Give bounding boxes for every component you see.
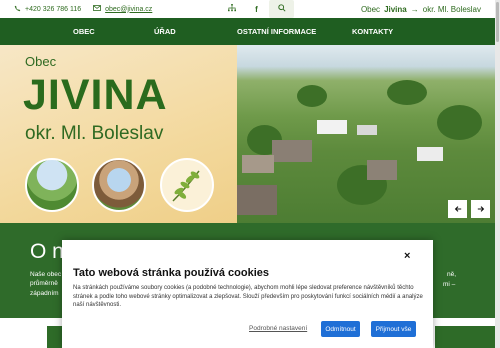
hero-panel: Obec JIVINA okr. Ml. Boleslav <box>0 45 237 223</box>
hero-district: okr. Ml. Boleslav <box>25 123 164 144</box>
green-block <box>435 326 495 348</box>
village-aerial-photo <box>237 45 495 223</box>
about-text-line: západním <box>30 290 59 297</box>
page-scrollbar[interactable] <box>495 0 500 348</box>
breadcrumb-target[interactable]: okr. Ml. Boleslav <box>423 5 481 14</box>
scrollbar-thumb[interactable] <box>496 2 499 42</box>
main-nav: OBEC ÚŘAD OSTATNÍ INFORMACE KONTAKTY <box>0 18 495 45</box>
branch-logo <box>160 158 214 212</box>
phone-number: +420 326 786 116 <box>25 5 82 13</box>
facebook-button[interactable]: f <box>244 0 269 18</box>
accept-all-button[interactable]: Přijmout vše <box>371 321 416 337</box>
nav-item-ostatni-informace[interactable]: OSTATNÍ INFORMACE <box>237 27 316 36</box>
facebook-icon: f <box>255 4 258 14</box>
sitemap-icon <box>227 4 236 14</box>
region-breadcrumb: Obec Jivina → okr. Ml. Boleslav <box>361 0 481 18</box>
arrow-right-icon <box>477 200 485 218</box>
about-text-line: Naše obec <box>30 271 62 278</box>
email-address: obec@jivina.cz <box>105 5 153 13</box>
search-button[interactable] <box>269 0 294 18</box>
slider-prev-button[interactable] <box>448 200 467 218</box>
sitemap-button[interactable] <box>219 0 244 18</box>
about-text-fragment: mi – <box>443 281 456 288</box>
breadcrumb-prefix: Obec <box>360 4 381 14</box>
phone-icon <box>14 5 21 14</box>
hero-title: JIVINA <box>23 71 168 119</box>
mail-icon <box>93 5 102 13</box>
breadcrumb-name: Jivina <box>384 4 407 14</box>
nav-item-obec[interactable]: OBEC <box>73 27 95 36</box>
top-bar: +420 326 786 116 obec@jivina.cz f Obec J… <box>0 0 495 18</box>
about-text-line: průměrně <box>30 280 58 287</box>
hero-obec-label: Obec <box>25 54 57 69</box>
about-text-fragment: ně, <box>447 271 457 278</box>
chapel-photo <box>92 158 146 212</box>
arrow-right-icon: → <box>410 4 419 14</box>
slider-next-button[interactable] <box>471 200 490 218</box>
search-icon <box>277 4 286 14</box>
email-link[interactable]: obec@jivina.cz <box>93 5 152 13</box>
nav-item-urad[interactable]: ÚŘAD <box>154 27 176 36</box>
cookie-dialog: × Tato webová stránka používá cookies Na… <box>62 240 433 348</box>
reject-button[interactable]: Odmítnout <box>321 321 360 337</box>
close-icon[interactable]: × <box>404 250 410 262</box>
phone-link[interactable]: +420 326 786 116 <box>14 5 81 14</box>
landscape-photo <box>25 158 79 212</box>
arrow-left-icon <box>454 200 462 218</box>
nav-item-kontakty[interactable]: KONTAKTY <box>352 27 393 36</box>
about-heading: O n <box>30 240 64 263</box>
cookie-text: Na stránkách používáme soubory cookies (… <box>73 285 423 308</box>
cookie-settings-link[interactable]: Podrobné nastavení <box>249 325 307 332</box>
cookie-title: Tato webová stránka používá cookies <box>73 267 270 279</box>
